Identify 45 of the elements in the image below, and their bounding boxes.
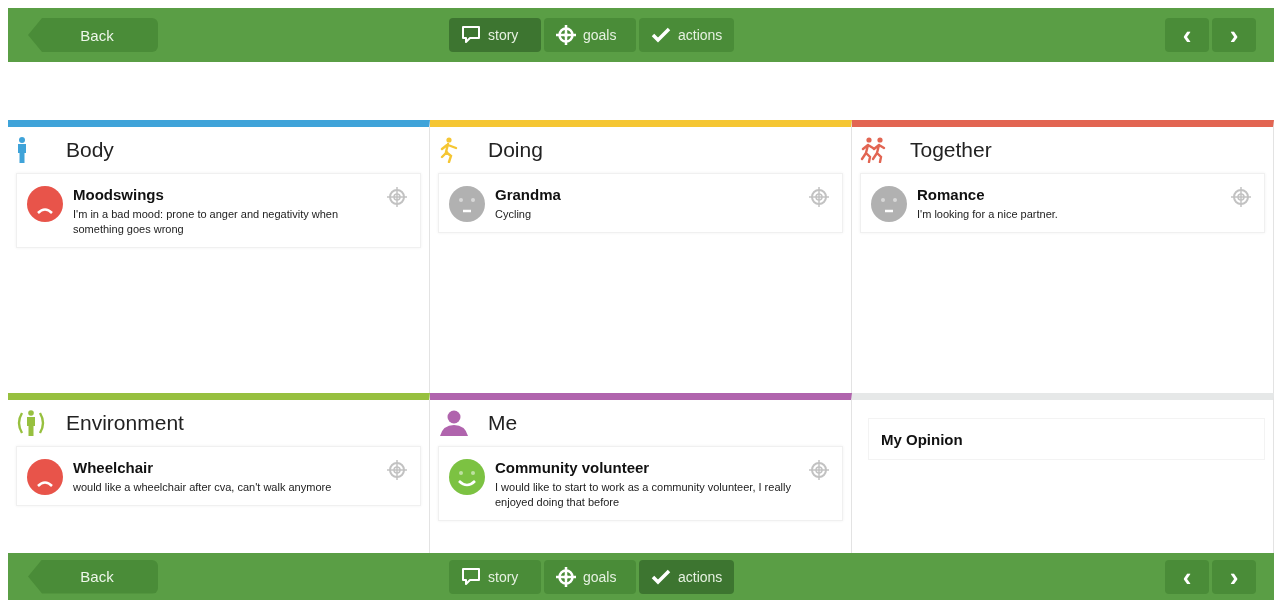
check-icon xyxy=(651,568,671,585)
previous-button[interactable]: ‹ xyxy=(1165,18,1209,52)
opinion-card[interactable]: My Opinion xyxy=(868,418,1265,460)
category-title: Body xyxy=(66,138,114,162)
category-title: Environment xyxy=(66,411,184,435)
goal-title: Grandma xyxy=(495,186,562,203)
next-button[interactable]: › xyxy=(1212,559,1256,594)
category-title: Me xyxy=(488,411,518,435)
speech-bubble-icon xyxy=(461,567,481,586)
target-icon[interactable] xyxy=(386,186,408,208)
target-icon xyxy=(556,566,576,587)
goal-description: would like a wheelchair after cva, can't walk anymore xyxy=(73,480,333,495)
target-icon xyxy=(556,25,576,45)
speech-bubble-icon xyxy=(461,26,481,44)
opinion-title: My Opinion xyxy=(881,430,963,448)
goal-card[interactable]: Wheelchair would like a wheelchair after cva, can't walk anymore xyxy=(16,446,421,506)
goal-card[interactable]: Romance I'm looking for a nice partner. xyxy=(860,173,1265,233)
target-icon[interactable] xyxy=(386,459,408,481)
next-button[interactable]: › xyxy=(1212,18,1256,52)
goal-description: Cycling xyxy=(495,207,533,222)
tab[interactable]: goals xyxy=(544,559,636,594)
tab[interactable]: actions xyxy=(639,18,735,52)
goal-card[interactable]: Moodswings I'm in a bad mood: prone to anger and negativity when something goes wrong xyxy=(16,173,421,248)
tab[interactable]: goals xyxy=(544,18,636,52)
category-title: Together xyxy=(910,138,992,162)
previous-button[interactable]: ‹ xyxy=(1165,559,1209,594)
back-button[interactable]: Back xyxy=(28,559,158,594)
goal-description: I'm looking for a nice partner. xyxy=(917,207,1059,222)
target-icon[interactable] xyxy=(808,186,830,208)
goal-title: Moodswings xyxy=(73,186,165,203)
tab[interactable]: story xyxy=(449,559,541,594)
back-button[interactable]: Back xyxy=(28,18,158,52)
tab[interactable]: actions xyxy=(639,559,735,594)
check-icon xyxy=(651,27,671,43)
goal-title: Community volunteer xyxy=(495,459,651,476)
goal-description: I would like to start to work as a community volunteer, I really enjoyed doing that before xyxy=(495,480,792,510)
target-icon[interactable] xyxy=(1230,186,1252,208)
target-icon[interactable] xyxy=(808,459,830,481)
goal-description: I'm in a bad mood: prone to anger and negativity when something goes wrong xyxy=(73,207,340,237)
goal-title: Romance xyxy=(917,186,986,203)
category-title: Doing xyxy=(488,138,543,162)
tab[interactable]: story xyxy=(449,18,541,52)
goal-title: Wheelchair xyxy=(73,459,155,476)
goal-card[interactable]: Community volunteer I would like to start to work as a community volunteer, I really enjoyed doing that before xyxy=(438,446,843,521)
goal-card[interactable]: Grandma Cycling xyxy=(438,173,843,233)
